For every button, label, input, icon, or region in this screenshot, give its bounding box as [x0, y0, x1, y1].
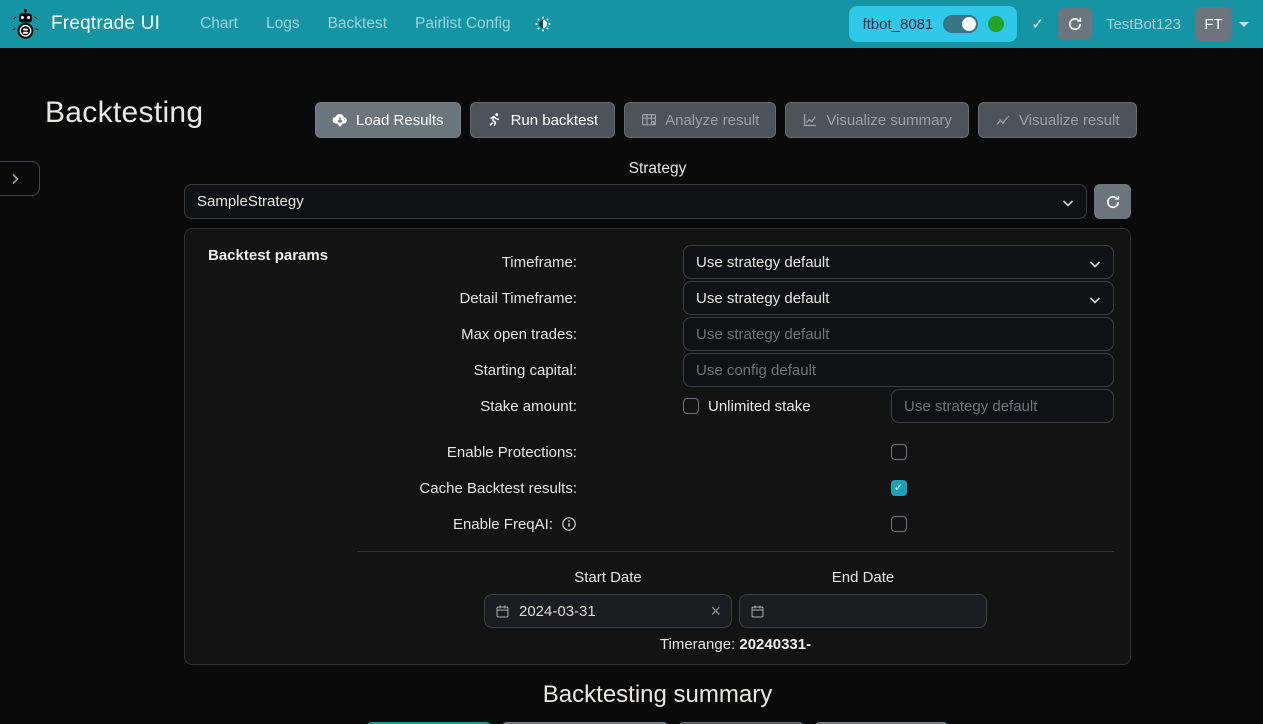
nav-link-chart[interactable]: Chart	[188, 7, 250, 41]
user-menu[interactable]: FT	[1195, 7, 1249, 41]
check-icon[interactable]: ✓	[1031, 15, 1044, 33]
refresh-icon	[1067, 16, 1083, 32]
chevron-down-icon	[1239, 22, 1249, 27]
theme-toggle-icon[interactable]	[527, 10, 559, 38]
username-label: TestBot123	[1106, 16, 1181, 33]
starting-capital-label: Starting capital:	[201, 362, 577, 379]
refresh-icon	[1105, 194, 1121, 210]
cache-results-label: Cache Backtest results:	[201, 480, 577, 497]
enable-protections-checkbox[interactable]	[891, 444, 907, 460]
backtest-content: Strategy SampleStrategy Backtest params	[184, 160, 1131, 724]
start-date-input[interactable]: 2024-03-31 ×	[484, 594, 732, 628]
unlimited-stake-checkbox[interactable]	[683, 398, 699, 414]
freqtrade-robot-logo-icon	[10, 7, 41, 41]
max-open-trades-label: Max open trades:	[201, 326, 577, 343]
brand[interactable]: Freqtrade UI	[10, 7, 160, 41]
run-icon	[487, 112, 503, 128]
detail-timeframe-label: Detail Timeframe:	[201, 290, 577, 307]
starting-capital-input[interactable]	[683, 353, 1114, 387]
clear-start-date-button[interactable]: ×	[710, 602, 721, 620]
calendar-icon	[750, 604, 765, 619]
timerange-section: Start Date 2024-03-31 ×	[357, 569, 1114, 653]
chart-line-icon	[802, 112, 818, 128]
chevron-down-icon	[1088, 293, 1102, 307]
nav-links: Chart Logs Backtest Pairlist Config	[188, 7, 559, 41]
max-open-trades-input[interactable]	[683, 317, 1114, 351]
bot-online-toggle[interactable]	[943, 15, 978, 33]
start-date-label: Start Date	[484, 569, 732, 586]
cloud-download-icon	[332, 112, 348, 128]
max-open-trades-row: Max open trades:	[201, 317, 1114, 351]
enable-protections-row: Enable Protections:	[201, 435, 1114, 469]
refresh-bots-button[interactable]	[1058, 8, 1092, 40]
end-date-input[interactable]	[739, 594, 987, 628]
chevron-down-icon	[1061, 196, 1075, 210]
stake-amount-row: Stake amount: Unlimited stake	[201, 389, 1114, 423]
end-date-label: End Date	[739, 569, 987, 586]
analyze-result-button[interactable]: Analyze result	[624, 102, 776, 138]
cache-results-row: Cache Backtest results:	[201, 471, 1114, 505]
start-date-value: 2024-03-31	[519, 603, 596, 620]
starting-capital-row: Starting capital:	[201, 353, 1114, 387]
bot-status-dot	[988, 16, 1004, 32]
nav-link-logs[interactable]: Logs	[254, 7, 312, 41]
sidebar-expand-button[interactable]	[0, 161, 40, 196]
stake-amount-input[interactable]	[891, 389, 1114, 423]
strategy-label: Strategy	[184, 160, 1131, 182]
unlimited-stake-label: Unlimited stake	[708, 398, 811, 415]
detail-timeframe-select[interactable]: Use strategy default	[683, 281, 1114, 315]
timeframe-row: Timeframe: Use strategy default	[201, 245, 1114, 279]
brand-title: Freqtrade UI	[51, 13, 160, 35]
enable-freqai-row: Enable FreqAI:	[201, 507, 1114, 541]
detail-timeframe-row: Detail Timeframe: Use strategy default	[201, 281, 1114, 315]
bot-selector-chip[interactable]: ftbot_8081	[849, 6, 1017, 42]
nav-link-backtest[interactable]: Backtest	[316, 7, 399, 41]
navbar: Freqtrade UI Chart Logs Backtest Pairlis…	[0, 0, 1263, 48]
table-gear-icon	[641, 112, 657, 128]
visualize-result-button[interactable]: Visualize result	[978, 102, 1137, 138]
graph-icon	[995, 112, 1011, 128]
avatar[interactable]: FT	[1195, 7, 1232, 41]
cache-results-checkbox[interactable]	[891, 480, 907, 496]
enable-freqai-checkbox[interactable]	[891, 516, 907, 532]
run-backtest-button[interactable]: Run backtest	[470, 102, 616, 138]
reload-strategies-button[interactable]	[1094, 184, 1131, 219]
load-results-button[interactable]: Load Results	[315, 102, 461, 138]
backtest-toolbar: Load Results Run backtest Analyze resu	[315, 102, 1137, 138]
enable-freqai-label: Enable FreqAI:	[453, 516, 553, 533]
bot-name: ftbot_8081	[862, 16, 933, 33]
visualize-summary-button[interactable]: Visualize summary	[785, 102, 969, 138]
info-icon	[561, 516, 577, 532]
page-title: Backtesting	[45, 96, 203, 130]
timerange-value: 20240331-	[739, 636, 811, 653]
timerange-text: Timerange: 20240331-	[357, 636, 1114, 653]
nav-link-pairlist-config[interactable]: Pairlist Config	[403, 7, 523, 41]
strategy-select[interactable]: SampleStrategy	[184, 184, 1087, 219]
calendar-icon	[495, 604, 510, 619]
divider	[357, 551, 1114, 552]
main: Backtesting Load Results Run backtest	[0, 48, 1263, 724]
backtest-params-panel: Backtest params Timeframe: Use strategy …	[184, 228, 1131, 665]
chevron-right-icon	[9, 173, 21, 185]
navbar-right: ftbot_8081 ✓ TestBot123 FT	[849, 6, 1249, 42]
unlimited-stake-option[interactable]: Unlimited stake	[683, 398, 811, 415]
timeframe-select[interactable]: Use strategy default	[683, 245, 1114, 279]
stake-amount-label: Stake amount:	[201, 398, 577, 415]
enable-protections-label: Enable Protections:	[201, 444, 577, 461]
panel-legend: Backtest params	[208, 247, 328, 264]
chevron-down-icon	[1088, 257, 1102, 271]
summary-title: Backtesting summary	[184, 681, 1131, 709]
